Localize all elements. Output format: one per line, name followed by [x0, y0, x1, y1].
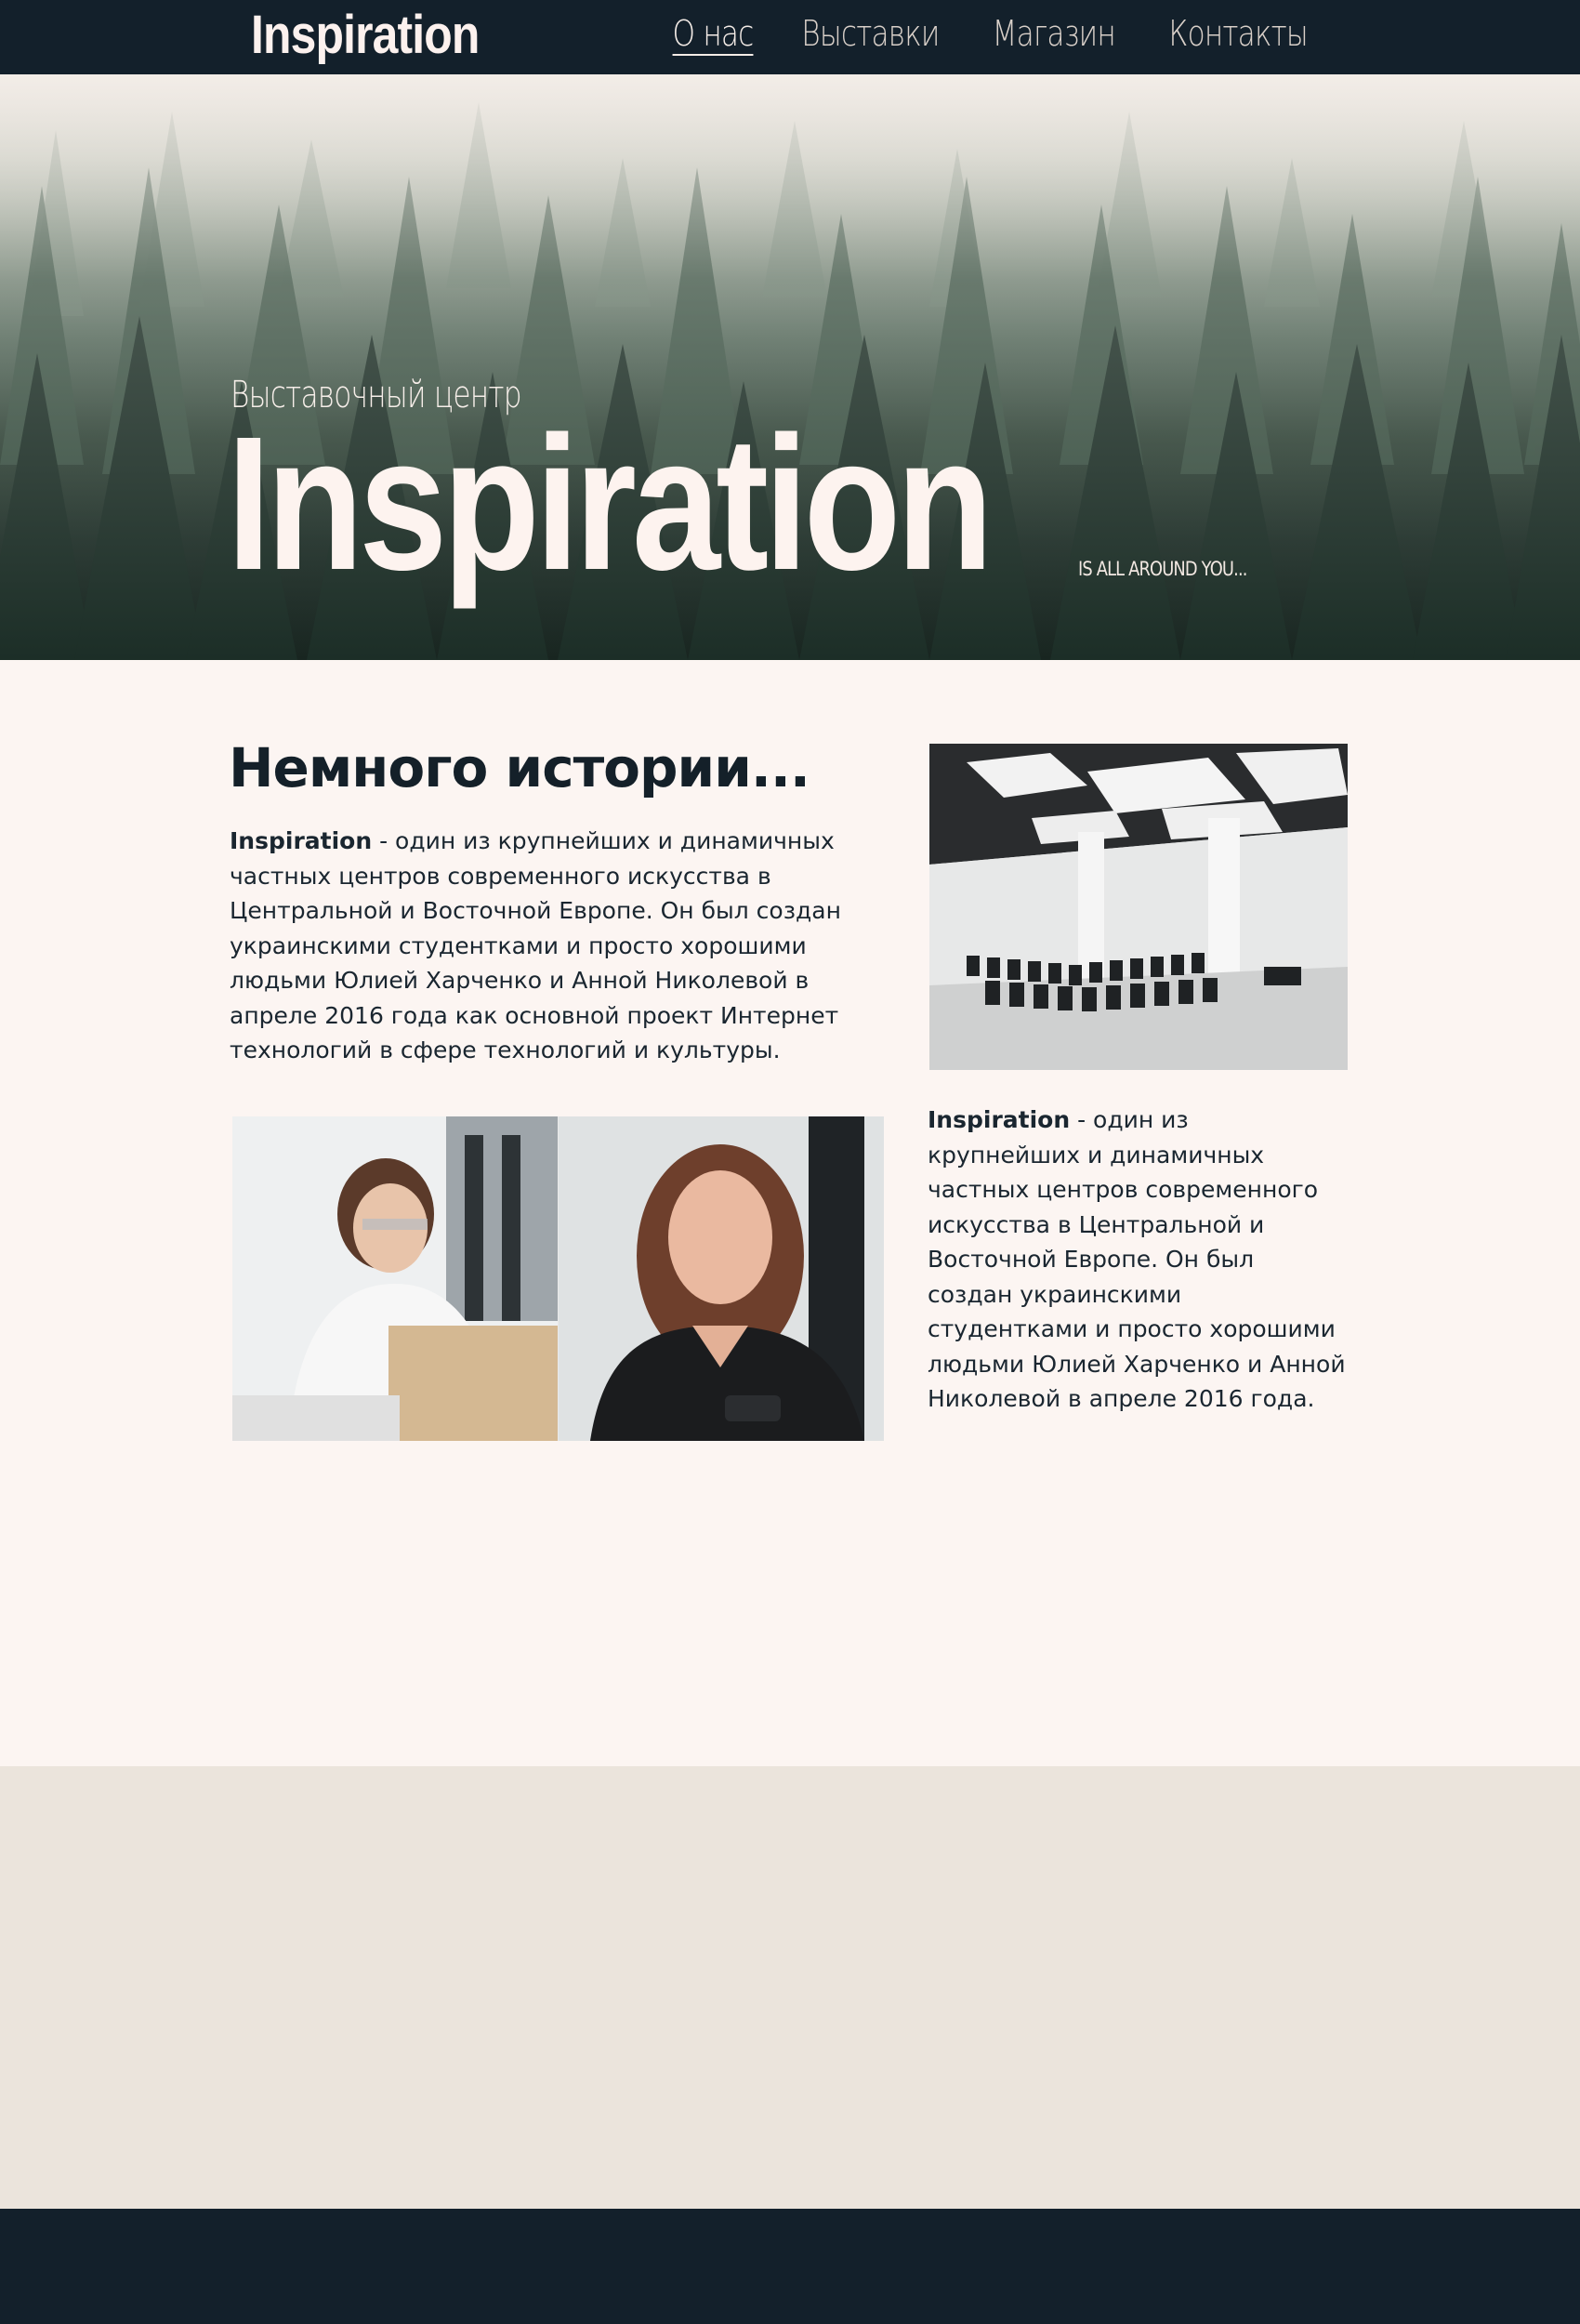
- nav-link-about[interactable]: О нас: [672, 13, 755, 56]
- history-paragraph: Inspiration - один из крупнейших и динам…: [230, 824, 894, 1068]
- hero-title: Inspiration: [227, 397, 994, 610]
- main-nav: О нас Выставки Магазин Контакты: [664, 13, 1323, 56]
- footer: [0, 2209, 1580, 2324]
- exhibition-hall-image: [929, 744, 1348, 1070]
- hero-banner: Выставочный центр Inspiration IS ALL ARO…: [0, 74, 1580, 660]
- brand-name: Inspiration: [230, 827, 373, 854]
- site-logo[interactable]: Inspiration: [251, 4, 480, 66]
- hero-tagline: IS ALL AROUND YOU...: [1078, 558, 1247, 580]
- brand-name-secondary: Inspiration: [928, 1106, 1071, 1133]
- nav-link-exhibitions[interactable]: Выставки: [802, 13, 941, 56]
- top-navbar: Inspiration О нас Выставки Магазин Конта…: [0, 0, 1580, 74]
- nav-link-shop[interactable]: Магазин: [993, 13, 1116, 56]
- history-text: - один из крупнейших и динамичных частны…: [230, 827, 841, 1063]
- nav-link-contacts[interactable]: Контакты: [1168, 13, 1308, 56]
- history-paragraph-secondary: Inspiration - один из крупнейших и динам…: [928, 1103, 1346, 1417]
- beige-section: [0, 1766, 1580, 2209]
- history-text-secondary: - один из крупнейших и динамичных частны…: [928, 1106, 1346, 1412]
- founders-photo: [232, 1116, 884, 1441]
- section-heading: Немного истории...: [229, 736, 810, 799]
